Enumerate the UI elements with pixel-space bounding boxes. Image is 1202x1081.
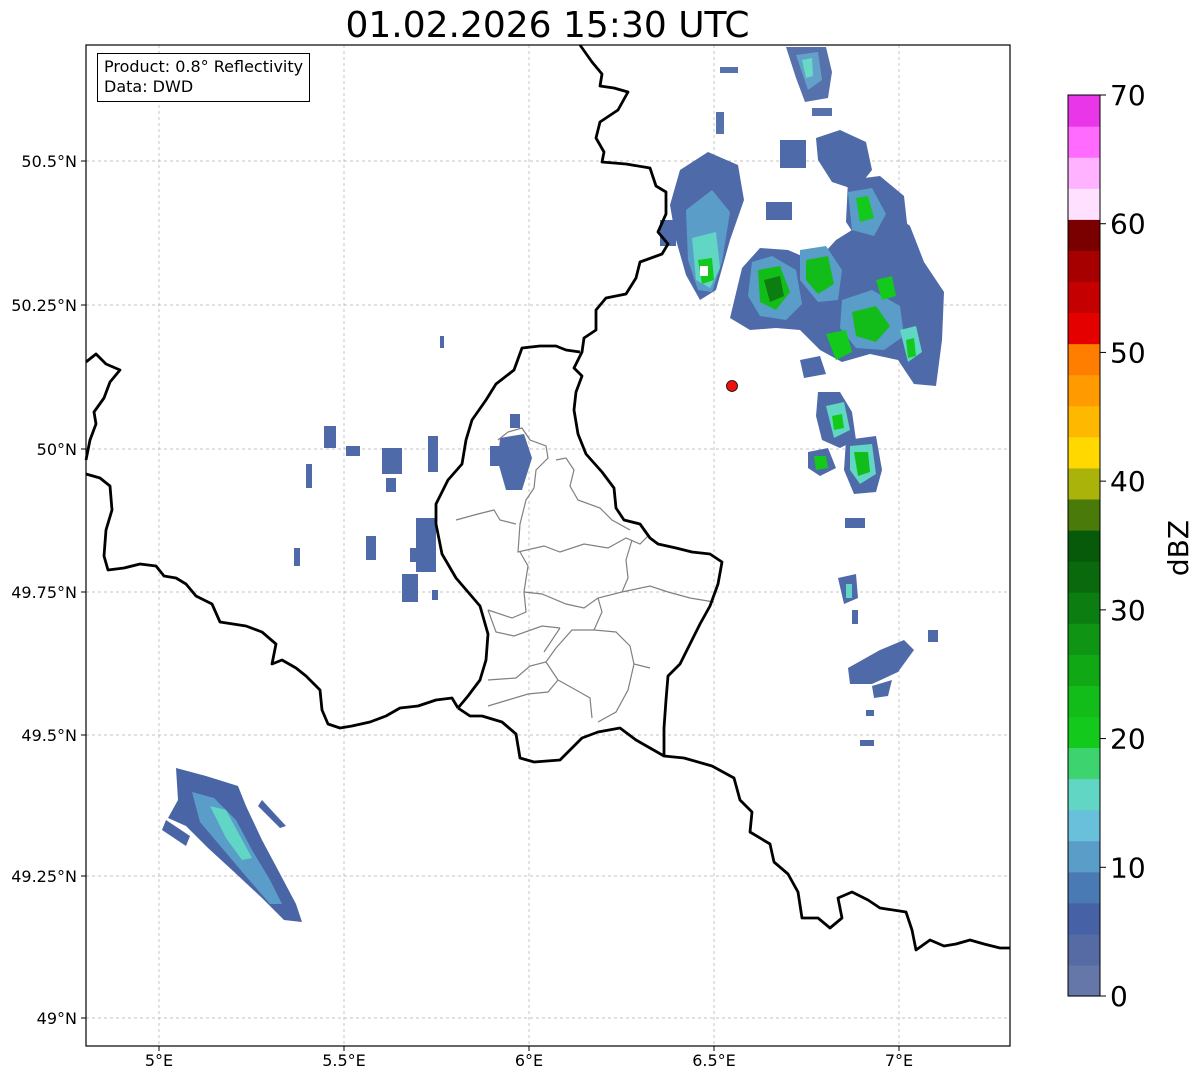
- lat-tick-label: 50°N: [37, 440, 77, 459]
- y-axis-labels: 50.5°N 50.25°N 50°N 49.75°N 49.5°N 49.25…: [11, 152, 77, 1028]
- colorbar-tick-label: 30: [1110, 594, 1146, 627]
- x-axis-labels: 5°E 5.5°E 6°E 6.5°E 7°E: [145, 1051, 913, 1070]
- colorbar-segment: [1068, 312, 1100, 345]
- data-source-label: Data: DWD: [104, 77, 194, 96]
- colorbar-tick-label: 10: [1110, 851, 1146, 884]
- info-box: Product: 0.8° Reflectivity Data: DWD: [97, 53, 311, 102]
- colorbar-segment: [1068, 343, 1100, 376]
- lon-tick-label: 5.5°E: [322, 1051, 366, 1070]
- colorbar-segment: [1068, 250, 1100, 283]
- colorbar-segment: [1068, 623, 1100, 655]
- colorbar-tick-label: 0: [1110, 980, 1128, 1013]
- colorbar: [1067, 94, 1101, 997]
- lon-tick-label: 7°E: [885, 1051, 913, 1070]
- colorbar-label: dBZ: [1162, 520, 1195, 576]
- colorbar-segment: [1068, 498, 1100, 531]
- colorbar-segment: [1068, 467, 1100, 500]
- colorbar-segment: [1068, 778, 1100, 811]
- lat-tick-label: 50.25°N: [11, 296, 77, 315]
- product-label: Product: 0.8° Reflectivity: [104, 57, 304, 76]
- colorbar-segment: [1068, 436, 1100, 469]
- colorbar-segment: [1068, 188, 1100, 220]
- colorbar-segment: [1068, 685, 1100, 717]
- colorbar-segment: [1068, 840, 1100, 873]
- colorbar-segment: [1068, 592, 1100, 624]
- colorbar-segment: [1068, 902, 1100, 935]
- lat-tick-label: 50.5°N: [21, 152, 77, 171]
- colorbar-segment: [1068, 964, 1100, 997]
- colorbar-segment: [1068, 374, 1100, 407]
- lat-tick-label: 49.25°N: [11, 867, 77, 886]
- lat-tick-label: 49.5°N: [21, 726, 77, 745]
- colorbar-tick-label: 60: [1110, 208, 1146, 241]
- colorbar-segment: [1068, 281, 1100, 314]
- lat-tick-label: 49.75°N: [11, 583, 77, 602]
- colorbar-segment: [1068, 871, 1100, 904]
- lon-tick-label: 6.5°E: [692, 1051, 736, 1070]
- colorbar-segment: [1068, 529, 1100, 562]
- colorbar-segment: [1068, 933, 1100, 966]
- colorbar-tick-label: 70: [1110, 79, 1146, 112]
- colorbar-segment: [1068, 157, 1100, 189]
- colorbar-segment: [1068, 716, 1100, 749]
- lon-tick-label: 6°E: [515, 1051, 543, 1070]
- colorbar-tick-label: 40: [1110, 465, 1146, 498]
- colorbar-segment: [1068, 126, 1100, 158]
- colorbar-segment: [1068, 747, 1100, 780]
- colorbar-segment: [1068, 809, 1100, 842]
- colorbar-segment: [1068, 219, 1100, 251]
- colorbar-segment: [1068, 654, 1100, 686]
- radar-site-marker: [726, 380, 738, 392]
- lat-tick-label: 49°N: [37, 1009, 77, 1028]
- colorbar-tick-label: 20: [1110, 723, 1146, 756]
- radar-map: 5°E 5.5°E 6°E 6.5°E 7°E 50.5°N 50.25°N 5…: [11, 44, 1195, 1070]
- colorbar-segment: [1068, 405, 1100, 438]
- colorbar-ticks: 0 10 20 30 40 50 60 70: [1100, 79, 1146, 1013]
- colorbar-segment: [1068, 561, 1100, 593]
- colorbar-tick-label: 50: [1110, 336, 1146, 369]
- colorbar-segment: [1068, 95, 1100, 127]
- lon-tick-label: 5°E: [145, 1051, 173, 1070]
